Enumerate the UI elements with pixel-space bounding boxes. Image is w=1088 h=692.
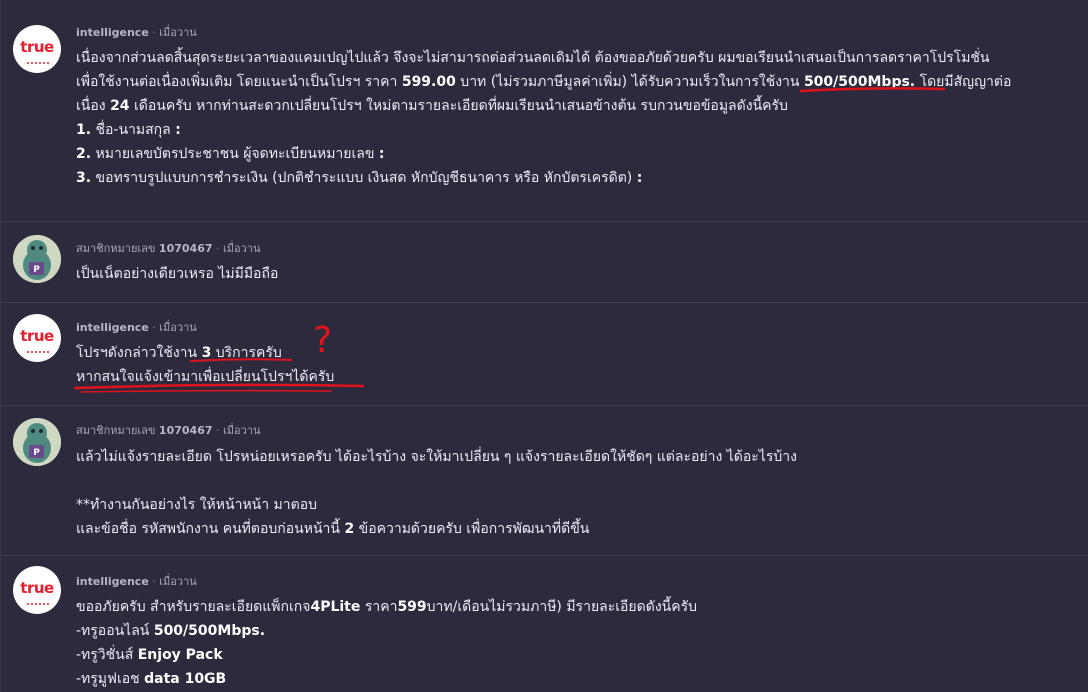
author-name[interactable]: intelligence xyxy=(76,26,149,39)
comment-time: เมื่อวาน xyxy=(159,575,197,588)
body-line: ขออภัยครับ สำหรับรายละเอียดแพ็กเกจ4PLite… xyxy=(76,599,697,615)
comment-meta: intelligence · เมื่อวาน xyxy=(76,321,197,334)
comment-meta: intelligence · เมื่อวาน xyxy=(76,575,197,588)
body-line: -ทรูมูฟเอช data 10GB xyxy=(76,671,227,687)
comment-meta: สมาชิกหมายเลข 1070467 · เมื่อวาน xyxy=(76,424,261,437)
comment-3: true intelligence · เมื่อวาน โปรฯดังกล่า… xyxy=(1,303,1088,406)
author-id[interactable]: 1070467 xyxy=(159,242,213,255)
author-id[interactable]: 1070467 xyxy=(159,424,213,437)
body-line: เพื่อใช้งานต่อเนื่องเพิ่มเติม โดยแนะนำเป… xyxy=(76,74,1012,90)
comment-time: เมื่อวาน xyxy=(159,26,197,39)
comment-body: เป็นเน็ตอย่างเดียวเหรอ ไม่มีมือถือ xyxy=(76,262,1061,286)
body-line: แล้วไม่แจ้งรายละเอียด โปรหน่อยเหรอครับ ไ… xyxy=(76,449,797,465)
svg-text:P: P xyxy=(33,448,40,458)
member-avatar[interactable]: P xyxy=(13,418,61,466)
logo-dots xyxy=(27,62,49,64)
author-name[interactable]: intelligence xyxy=(76,321,149,334)
logo-dots xyxy=(27,603,49,605)
author-name[interactable]: intelligence xyxy=(76,575,149,588)
body-line: 2. หมายเลขบัตรประชาชน ผู้จดทะเบียนหมายเล… xyxy=(76,146,385,162)
body-line: โปรฯดังกล่าวใช้งาน 3 บริการครับ xyxy=(76,345,282,361)
author-prefix: สมาชิกหมายเลข xyxy=(76,424,156,437)
true-logo-avatar[interactable]: true xyxy=(13,566,61,614)
comment-body: แล้วไม่แจ้งรายละเอียด โปรหน่อยเหรอครับ ไ… xyxy=(76,445,1061,541)
body-line: และข้อชื่อ รหัสพนักงาน คนที่ตอบก่อนหน้าน… xyxy=(76,521,590,537)
comment-time: เมื่อวาน xyxy=(159,321,197,334)
true-logo-text: true xyxy=(20,327,54,345)
ghost-mascot-icon: P xyxy=(13,418,61,466)
svg-text:P: P xyxy=(33,265,40,275)
logo-dots xyxy=(27,351,49,353)
true-logo-avatar[interactable]: true xyxy=(13,314,61,362)
comment-body: เนื่องจากส่วนลดสิ้นสุดระยะเวลาของแคมเปญไ… xyxy=(76,46,1061,190)
body-line: **ทำงานกันอย่างไร ให้หน้าหน้า มาตอบ xyxy=(76,497,318,513)
author-prefix: สมาชิกหมายเลข xyxy=(76,242,156,255)
body-line: -ทรูวิชั่นส์ Enjoy Pack xyxy=(76,647,223,663)
body-line: เนื่องจากส่วนลดสิ้นสุดระยะเวลาของแคมเปญไ… xyxy=(76,50,990,66)
true-logo-avatar[interactable]: true xyxy=(13,25,61,73)
true-logo-text: true xyxy=(20,579,54,597)
speed-highlight: 500/500Mbps. xyxy=(803,74,916,90)
comment-2: P สมาชิกหมายเลข 1070467 · เมื่อวาน เป็นเ… xyxy=(1,222,1088,303)
comment-meta: intelligence · เมื่อวาน xyxy=(76,26,197,39)
comment-body: ขออภัยครับ สำหรับรายละเอียดแพ็กเกจ4PLite… xyxy=(76,595,1061,691)
body-line: หากสนใจแจ้งเข้ามาเพื่อเปลี่ยนโปรฯได้ครับ xyxy=(76,369,335,385)
comment-time: เมื่อวาน xyxy=(223,424,261,437)
true-logo-text: true xyxy=(20,38,54,56)
comment-1: true intelligence · เมื่อวาน เนื่องจากส่… xyxy=(1,8,1088,222)
comment-time: เมื่อวาน xyxy=(223,242,261,255)
comment-4: P สมาชิกหมายเลข 1070467 · เมื่อวาน แล้วไ… xyxy=(1,406,1088,556)
comment-meta: สมาชิกหมายเลข 1070467 · เมื่อวาน xyxy=(76,242,261,255)
comment-5: true intelligence · เมื่อวาน ขออภัยครับ … xyxy=(1,556,1088,692)
ghost-mascot-icon: P xyxy=(13,235,61,283)
body-line: 3. ขอทราบรูปแบบการชำระเงิน (ปกติชำระแบบ … xyxy=(76,170,643,186)
member-avatar[interactable]: P xyxy=(13,235,61,283)
comment-body: โปรฯดังกล่าวใช้งาน 3 บริการครับ หากสนใจแ… xyxy=(76,341,1061,389)
body-line: 1. ชื่อ-นามสกุล : xyxy=(76,122,181,138)
body-line: -ทรูออนไลน์ 500/500Mbps. xyxy=(76,623,266,639)
body-line: เป็นเน็ตอย่างเดียวเหรอ ไม่มีมือถือ xyxy=(76,266,279,282)
body-line: เนื่อง 24 เดือนครับ หากท่านสะดวกเปลี่ยนโ… xyxy=(76,98,788,114)
comment-thread: true intelligence · เมื่อวาน เนื่องจากส่… xyxy=(0,0,1088,692)
